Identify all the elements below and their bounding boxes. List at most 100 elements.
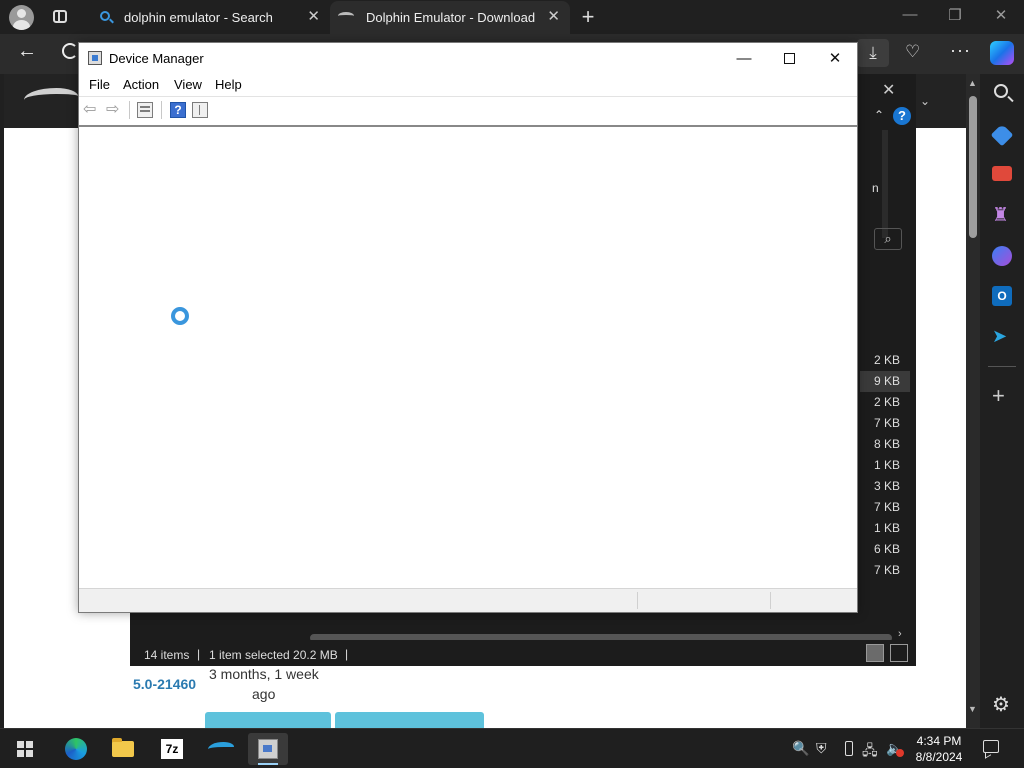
refresh-icon[interactable] (62, 43, 78, 59)
tab-label: Dolphin Emulator - Download (366, 10, 536, 25)
search-icon[interactable] (994, 84, 1008, 98)
browser-sidebar: ♜ O ➤ + ⚙ (980, 74, 1024, 728)
browser-minimize-button[interactable]: — (895, 6, 925, 23)
file-size: 3 KB (873, 479, 900, 493)
dolphin-logo-icon[interactable] (24, 88, 78, 108)
title-bar[interactable]: Device Manager — ✕ (79, 43, 857, 74)
edge-icon (65, 738, 87, 760)
notifications-icon[interactable] (983, 740, 999, 753)
loading-spinner-icon (171, 307, 189, 325)
settings-icon[interactable]: ⚙ (992, 695, 1012, 715)
device-manager-icon (88, 51, 102, 65)
collapse-ribbon-icon[interactable]: ⌃ (874, 108, 884, 122)
back-icon[interactable]: ⇦ (83, 102, 99, 118)
profile-avatar-icon[interactable] (9, 5, 34, 30)
clock[interactable]: 4:34 PM 8/8/2024 (912, 733, 966, 765)
time: 4:34 PM (916, 734, 962, 748)
scrollbar-thumb[interactable] (969, 96, 977, 238)
browser-tab-bar: dolphin emulator - Search ✕ Dolphin Emul… (0, 0, 1024, 34)
security-shield-icon[interactable]: ⛨ (816, 740, 827, 757)
maximize-button[interactable] (766, 43, 812, 74)
selection-info: 1 item selected 20.2 MB (209, 648, 338, 662)
scroll-right-icon[interactable]: › (898, 628, 902, 640)
network-icon[interactable]: 🖧 (862, 740, 878, 764)
file-size: 7 KB (873, 416, 900, 430)
taskbar-7zip[interactable]: 7z (152, 733, 192, 765)
help-icon[interactable]: ? (893, 107, 911, 125)
menu-action[interactable]: Action (123, 77, 159, 92)
page-scrollbar[interactable]: ▲ ▼ (966, 74, 980, 728)
version-link[interactable]: 5.0-21460 (133, 676, 196, 692)
downloads-button[interactable]: ⤓ (857, 39, 889, 67)
browser-restore-button[interactable]: ❐ (940, 6, 970, 24)
close-icon[interactable]: ✕ (882, 80, 895, 100)
status-separator: | (197, 647, 201, 661)
release-age-suffix: ago (252, 686, 276, 702)
more-options-icon[interactable]: ··· (950, 40, 971, 61)
file-size: 1 KB (873, 458, 900, 472)
close-icon[interactable]: ✕ (547, 7, 560, 25)
tab-actions-icon[interactable] (50, 7, 70, 27)
taskbar-file-explorer[interactable] (103, 733, 143, 765)
search-icon[interactable]: ⌕ (874, 228, 902, 250)
show-hide-pane-icon[interactable] (192, 102, 208, 118)
help-icon[interactable]: ? (170, 102, 186, 118)
file-size: 8 KB (873, 437, 900, 451)
chess-icon[interactable]: ♜ (992, 206, 1012, 226)
download-windows-button[interactable] (205, 712, 331, 728)
back-arrow-icon[interactable]: ← (17, 40, 37, 63)
new-tab-button[interactable]: + (576, 4, 600, 30)
item-count: 14 items (144, 648, 190, 662)
tab-search[interactable]: dolphin emulator - Search ✕ (88, 1, 330, 34)
date: 8/8/2024 (915, 750, 963, 764)
partial-header-text: n (872, 181, 879, 195)
properties-icon[interactable] (137, 102, 153, 118)
scroll-up-icon[interactable]: ▲ (968, 78, 977, 88)
file-size: 7 KB (873, 500, 900, 514)
file-size: 7 KB (873, 563, 900, 577)
close-button[interactable]: ✕ (812, 43, 858, 74)
large-icons-view-icon[interactable] (890, 644, 908, 662)
tools-icon[interactable] (992, 166, 1012, 181)
close-icon[interactable]: ✕ (307, 7, 320, 25)
browser-close-button[interactable]: ✕ (986, 6, 1016, 24)
copilot-icon[interactable] (990, 41, 1014, 65)
scroll-down-icon[interactable]: ▼ (968, 704, 977, 714)
forward-icon[interactable]: ⇨ (106, 102, 122, 118)
outlook-icon[interactable]: O (992, 286, 1012, 306)
window-title: Device Manager (109, 51, 204, 66)
toolbar-separator (161, 101, 162, 119)
folder-icon (112, 738, 134, 757)
sidebar-divider (988, 366, 1016, 367)
browser-essentials-icon[interactable]: ♡ (905, 42, 920, 62)
start-button[interactable] (17, 741, 33, 757)
add-icon[interactable]: + (992, 385, 1012, 407)
download-windows-arm-button[interactable] (335, 712, 484, 728)
menu-view[interactable]: View (174, 77, 202, 92)
file-size: 6 KB (873, 542, 900, 556)
status-bar (79, 588, 857, 612)
search-tray-icon[interactable]: 🔍 (792, 740, 809, 757)
send-icon[interactable]: ➤ (992, 326, 1012, 346)
search-icon (100, 11, 110, 21)
tag-icon[interactable] (990, 123, 1014, 147)
file-size-column: 2 KB 9 KB 2 KB 7 KB 8 KB 1 KB 3 KB 7 KB … (860, 350, 910, 581)
usb-device-icon[interactable] (845, 741, 853, 756)
release-age: 3 months, 1 week (209, 666, 319, 682)
taskbar-edge[interactable] (56, 733, 96, 765)
taskbar-device-manager[interactable] (248, 733, 288, 765)
details-view-icon[interactable] (866, 644, 884, 662)
chevron-down-icon[interactable]: ⌄ (920, 94, 930, 108)
taskbar-dolphin[interactable] (201, 733, 241, 765)
menu-file[interactable]: File (89, 77, 110, 92)
muted-badge-icon (896, 749, 904, 757)
status-divider (637, 592, 638, 609)
device-tree-pane[interactable] (79, 125, 857, 588)
dolphin-icon (208, 742, 234, 754)
minimize-button[interactable]: — (721, 43, 767, 74)
explorer-preview-rail (882, 130, 888, 238)
explorer-status-bar: 14 items | 1 item selected 20.2 MB | (130, 640, 916, 666)
menu-help[interactable]: Help (215, 77, 242, 92)
tab-dolphin-download[interactable]: Dolphin Emulator - Download ✕ (330, 1, 570, 34)
copilot-icon[interactable] (992, 246, 1012, 266)
